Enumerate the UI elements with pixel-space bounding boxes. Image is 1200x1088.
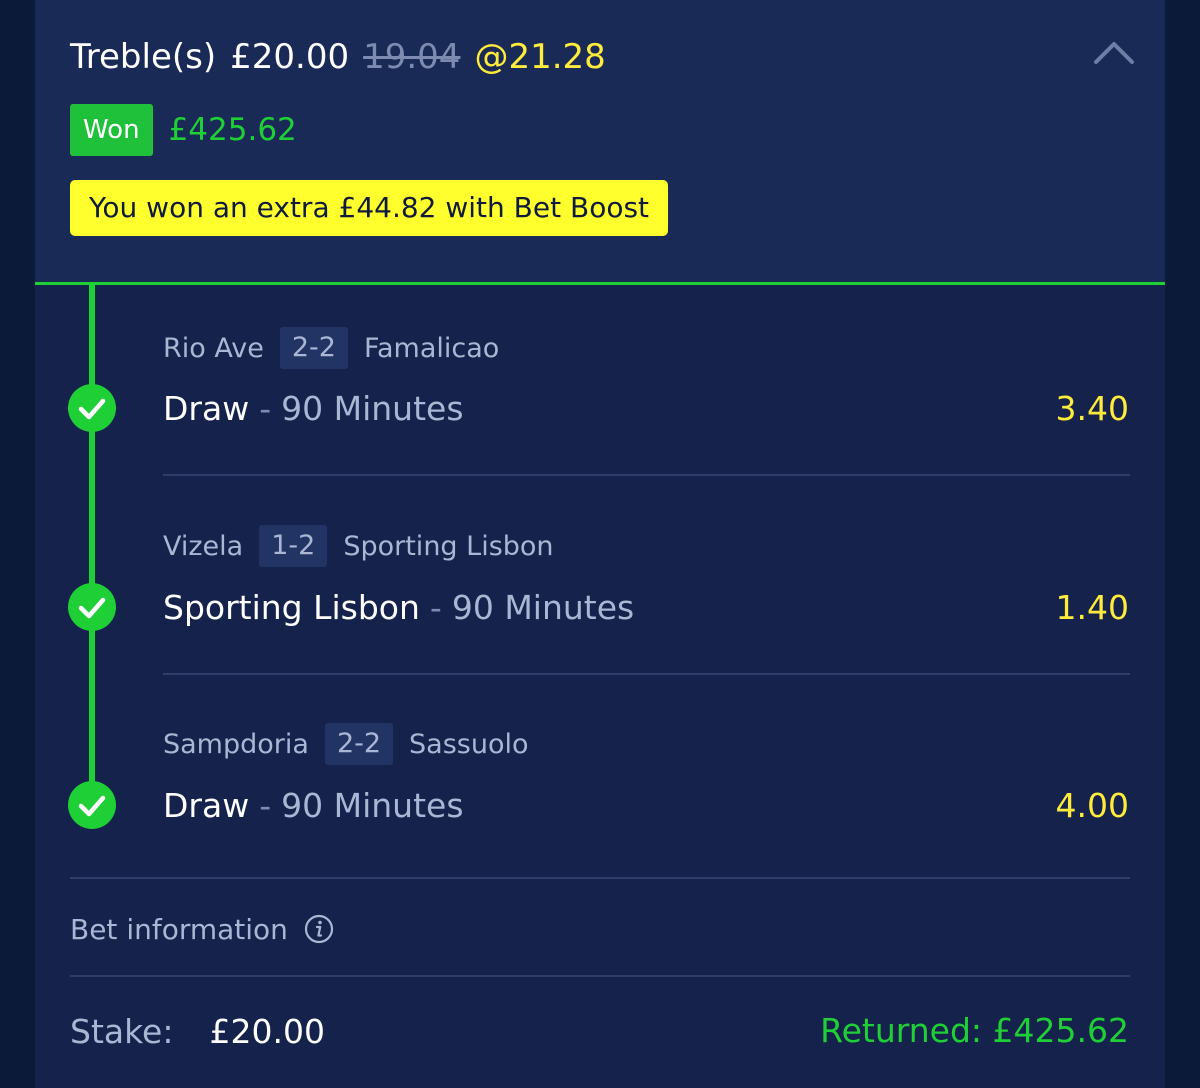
score-badge: 2-2 xyxy=(324,723,394,765)
match-info: Rio Ave 2-2 Famalicao xyxy=(163,327,499,369)
selection-separator: - xyxy=(259,389,272,428)
away-team: Sporting Lisbon xyxy=(343,530,554,562)
section-divider xyxy=(70,877,1130,879)
home-team: Rio Ave xyxy=(163,332,264,364)
bet-odds: @21.28 xyxy=(474,37,606,77)
header-divider xyxy=(35,282,1165,285)
away-team: Famalicao xyxy=(363,332,500,364)
check-circle-icon xyxy=(68,384,116,432)
selection: Draw -90 Minutes xyxy=(163,385,464,433)
stake-value: £20.00 xyxy=(209,1011,325,1051)
selection-market: 90 Minutes xyxy=(281,786,464,825)
selection-odds: 1.40 xyxy=(1055,588,1129,627)
selection-market: 90 Minutes xyxy=(281,389,464,428)
score-badge: 2-2 xyxy=(279,327,348,369)
returned-amount: Returned: £425.62 xyxy=(820,1011,1129,1050)
selection-separator: - xyxy=(429,588,442,627)
won-amount: £425.62 xyxy=(168,112,297,148)
bet-title: Treble(s) £20.00 19.04 @21.28 xyxy=(70,34,606,80)
selection-divider xyxy=(163,673,1130,675)
selection-separator: - xyxy=(259,786,272,825)
selection-market: 90 Minutes xyxy=(451,588,635,627)
selection-divider xyxy=(163,474,1130,476)
stake-summary: Stake: £20.00 xyxy=(70,1006,325,1056)
bet-stake: £20.00 xyxy=(230,37,350,77)
score-badge: 1-2 xyxy=(259,525,328,567)
match-info: Sampdoria 2-2 Sassuolo xyxy=(163,723,529,765)
selection-odds: 4.00 xyxy=(1055,786,1129,825)
selection-pick: Sporting Lisbon xyxy=(163,588,420,627)
bet-status: Won £425.62 xyxy=(70,104,297,156)
original-value: 19.04 xyxy=(363,37,461,77)
bet-card: Treble(s) £20.00 19.04 @21.28 Won £425.6… xyxy=(35,0,1165,1088)
info-icon[interactable] xyxy=(304,914,334,944)
stake-label: Stake: xyxy=(70,1011,174,1051)
section-divider xyxy=(70,975,1130,977)
away-team: Sassuolo xyxy=(409,728,529,760)
bet-boost-banner: You won an extra £44.82 with Bet Boost xyxy=(70,180,669,236)
check-circle-icon xyxy=(68,781,116,829)
chevron-up-icon[interactable] xyxy=(1092,36,1136,68)
selection-pick: Draw xyxy=(163,786,250,825)
home-team: Sampdoria xyxy=(163,728,309,760)
bet-type: Treble(s) xyxy=(70,37,217,77)
timeline-line xyxy=(89,284,95,806)
match-info: Vizela 1-2 Sporting Lisbon xyxy=(163,525,554,567)
bet-information-label: Bet information xyxy=(70,912,288,946)
bet-information-link[interactable]: Bet information xyxy=(70,906,334,952)
selection: Sporting Lisbon -90 Minutes xyxy=(163,584,634,632)
home-team: Vizela xyxy=(163,530,244,562)
selection-odds: 3.40 xyxy=(1055,389,1129,428)
selection: Draw -90 Minutes xyxy=(163,782,464,830)
selection-pick: Draw xyxy=(163,389,250,428)
status-badge: Won xyxy=(70,104,153,156)
bet-header: Treble(s) £20.00 19.04 @21.28 Won £425.6… xyxy=(35,0,1165,284)
check-circle-icon xyxy=(68,583,116,631)
